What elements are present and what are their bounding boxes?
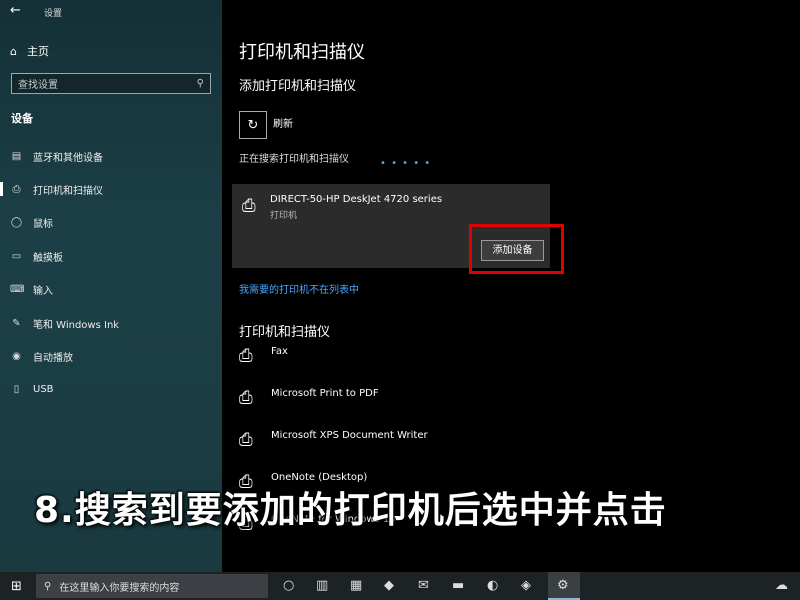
taskbar-search-placeholder: 在这里输入你要搜索的内容 [59, 582, 180, 594]
printer-icon: ⎙ [239, 430, 253, 450]
installed-section-title: 打印机和扫描仪 [239, 325, 331, 340]
printer-not-listed-link[interactable]: 我需要的打印机不在列表中 [239, 281, 359, 296]
cortana-icon[interactable]: ○ [283, 578, 294, 593]
add-section-title: 添加打印机和扫描仪 [239, 79, 357, 94]
sidebar-item-bluetooth[interactable]: ▤ 蓝牙和其他设备 [10, 147, 103, 165]
refresh-icon: ↻ [247, 117, 259, 133]
taskbar: ⊞ ⚲ 在这里输入你要搜索的内容 ○ ▥ ▦ ◆ ✉ ▬ ◐ ◈ ⚙ ☁ [0, 572, 800, 600]
section-title: 设备 [11, 112, 33, 125]
refresh-button[interactable]: ↻ [239, 111, 267, 139]
printer-icon: ⎙ [239, 346, 253, 366]
sidebar-item-autoplay[interactable]: ◉ 自动播放 [10, 347, 73, 365]
list-item[interactable]: ⎙ Microsoft XPS Document Writer [239, 430, 428, 450]
usb-icon: ▯ [13, 383, 20, 395]
printer-name: Fax [271, 346, 288, 357]
sidebar-item-typing[interactable]: ⌨ 输入 [10, 280, 53, 298]
folder-icon[interactable]: ▬ [452, 578, 464, 593]
title-bar: ← 设置 [0, 0, 222, 24]
autoplay-icon: ◉ [12, 350, 21, 362]
weather-cloud-icon[interactable]: ☁ [775, 578, 788, 593]
taskbar-search-input[interactable]: ⚲ 在这里输入你要搜索的内容 [36, 574, 268, 598]
home-icon: ⌂ [10, 44, 17, 58]
bluetooth-devices-icon: ▤ [11, 150, 22, 162]
search-placeholder: 查找设置 [18, 80, 58, 91]
sidebar-item-printers[interactable]: ⎙ 打印机和扫描仪 [0, 180, 103, 198]
device-name: DIRECT-50-HP DeskJet 4720 series [270, 194, 443, 205]
sidebar-item-touchpad[interactable]: ▭ 触摸板 [10, 247, 63, 265]
printer-name: Microsoft Print to PDF [271, 388, 379, 399]
refresh-label: 刷新 [273, 119, 293, 130]
browser-icon[interactable]: ◈ [521, 578, 531, 593]
sidebar-item-label: USB [33, 383, 54, 395]
store-icon[interactable]: ▦ [350, 578, 362, 593]
sidebar-item-label: 笔和 Windows Ink [33, 319, 120, 331]
keyboard-icon: ⌨ [10, 283, 25, 295]
edge-icon[interactable]: ◐ [487, 578, 498, 593]
sidebar-item-pen[interactable]: ✎ 笔和 Windows Ink [10, 314, 119, 332]
loading-dots-icon: • • • • • [380, 158, 432, 169]
home-nav-item[interactable]: ⌂ 主页 [10, 42, 49, 60]
sidebar-item-label: 蓝牙和其他设备 [33, 152, 103, 164]
list-item[interactable]: ⎙ Microsoft Print to PDF [239, 388, 379, 408]
sidebar-item-label: 自动播放 [33, 352, 73, 364]
highlight-box [469, 224, 564, 274]
app-icon[interactable]: ◆ [384, 578, 394, 593]
touchpad-icon: ▭ [11, 250, 22, 262]
searching-status: 正在搜索打印机和扫描仪 [239, 154, 349, 165]
settings-search-input[interactable]: 查找设置 ⚲ [11, 73, 211, 94]
search-icon: ⚲ [44, 580, 52, 592]
task-view-icon[interactable]: ▥ [316, 578, 328, 593]
sidebar-item-label: 触摸板 [33, 252, 63, 264]
sidebar-item-label: 打印机和扫描仪 [33, 185, 103, 197]
printer-icon: ⎙ [239, 388, 253, 408]
mail-icon[interactable]: ✉ [418, 578, 429, 593]
list-item[interactable]: ⎙ Fax [239, 346, 288, 366]
sidebar-item-label: 输入 [33, 285, 53, 297]
back-arrow-icon[interactable]: ← [10, 3, 21, 18]
search-icon: ⚲ [196, 78, 204, 89]
device-type: 打印机 [270, 211, 298, 221]
printer-icon: ⎙ [12, 183, 21, 195]
tutorial-caption: 8.搜索到要添加的打印机后选中并点击 [34, 490, 667, 531]
sidebar-item-usb[interactable]: ▯ USB [10, 380, 54, 398]
gear-icon: ⚙ [557, 578, 569, 593]
printer-name: Microsoft XPS Document Writer [271, 430, 428, 441]
printer-icon: ⎙ [242, 196, 256, 216]
sidebar-item-label: 鼠标 [33, 218, 53, 230]
page-title: 打印机和扫描仪 [239, 42, 365, 63]
mouse-icon: ◯ [10, 216, 23, 228]
windows-start-icon[interactable]: ⊞ [11, 579, 22, 594]
window-title: 设置 [44, 9, 63, 19]
sidebar-item-mouse[interactable]: ◯ 鼠标 [10, 213, 53, 231]
settings-taskbar-item[interactable]: ⚙ [548, 572, 580, 600]
home-label: 主页 [26, 45, 49, 58]
pen-icon: ✎ [12, 317, 21, 329]
